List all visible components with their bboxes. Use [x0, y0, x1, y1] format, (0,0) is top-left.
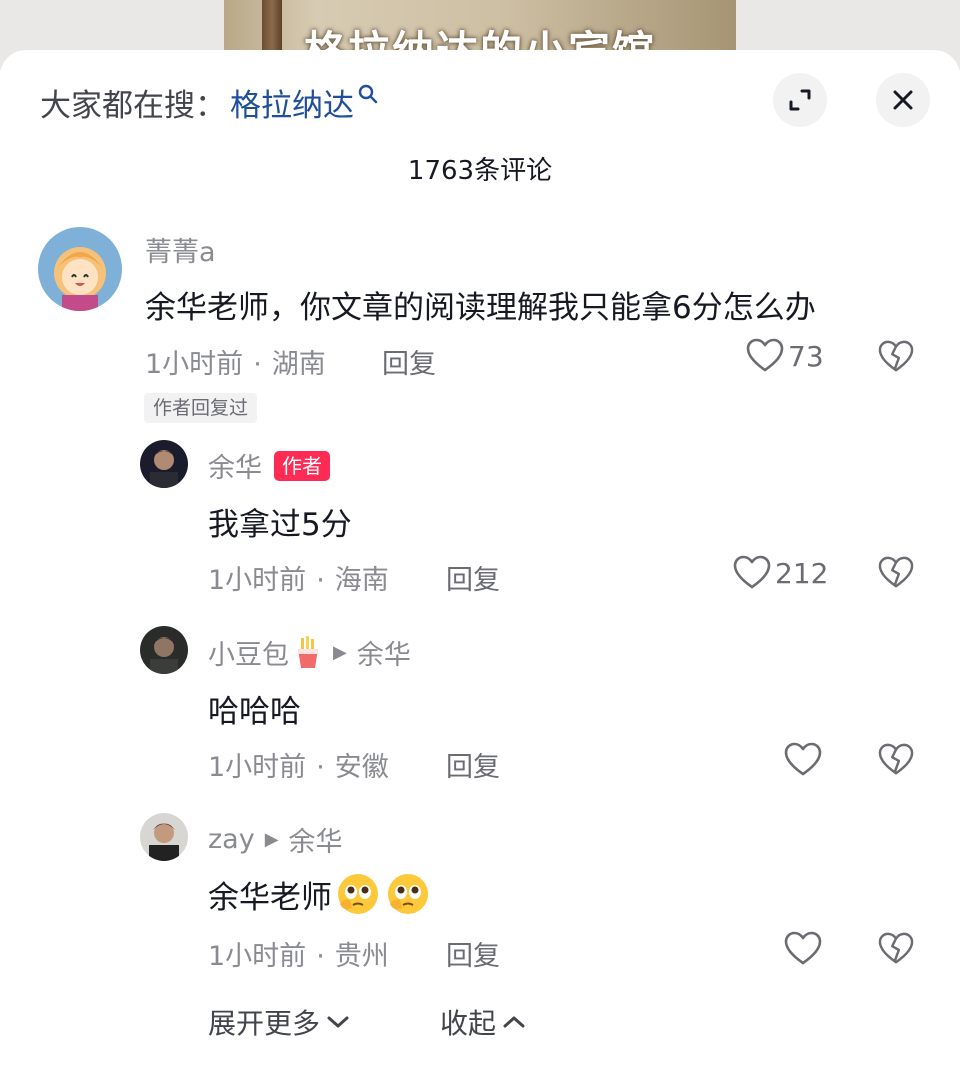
search-suggestion[interactable]: 大家都在搜： 格拉纳达: [40, 80, 380, 124]
reply-location: 海南: [334, 565, 389, 596]
dislike-icon[interactable]: [878, 932, 914, 966]
reply-location: 安徽: [334, 752, 389, 783]
reply-meta: 1小时前 · 贵州: [208, 941, 389, 972]
dislike-icon[interactable]: [878, 743, 914, 777]
expand-more-button[interactable]: 展开更多: [208, 1002, 350, 1042]
reply-username[interactable]: 小豆包 ▶ 余华: [208, 633, 411, 672]
fries-icon: [298, 635, 318, 668]
avatar[interactable]: [38, 227, 122, 311]
reply-user-name[interactable]: 余华: [208, 446, 262, 485]
reply-meta: 1小时前 · 海南: [208, 565, 389, 596]
reply-time: 1小时前: [208, 752, 307, 783]
avatar[interactable]: [140, 626, 188, 674]
reply-username[interactable]: zay ▶ 余华: [208, 820, 343, 859]
reply-button[interactable]: 回复: [382, 342, 436, 381]
reply-text: 余华老师: [208, 870, 432, 918]
reply-text-content: 余华老师: [208, 879, 332, 916]
like-button[interactable]: 212: [733, 555, 828, 591]
reply-to-user[interactable]: 余华: [289, 820, 343, 859]
reply-meta: 1小时前 · 安徽: [208, 752, 389, 783]
chevron-up-icon: [503, 1016, 525, 1028]
comment-meta: 1小时前 · 湖南: [145, 349, 326, 380]
reply-button[interactable]: 回复: [446, 934, 500, 973]
heart-icon: [784, 742, 822, 776]
like-count: 73: [788, 339, 824, 373]
reply-username[interactable]: 余华 作者: [208, 446, 330, 485]
author-replied-tag: 作者回复过: [144, 393, 258, 423]
reply-to-arrow-icon: ▶: [264, 829, 279, 850]
collapse-label: 收起: [440, 1007, 497, 1040]
like-button[interactable]: 73: [746, 338, 824, 374]
reply-text: 哈哈哈: [208, 694, 301, 730]
avatar[interactable]: [140, 440, 188, 488]
like-button[interactable]: [784, 931, 826, 967]
dislike-icon[interactable]: [878, 556, 914, 590]
heart-icon: [746, 338, 784, 372]
author-badge: 作者: [274, 450, 330, 481]
close-icon: [893, 90, 913, 110]
comment-time: 1小时前: [145, 349, 244, 380]
heart-icon: [733, 555, 771, 589]
search-prefix: 大家都在搜：: [40, 87, 226, 124]
chevron-down-icon: [327, 1016, 349, 1028]
avatar-image: [140, 626, 188, 674]
comment-count: 1763条评论: [407, 156, 553, 186]
avatar-image: [140, 813, 188, 861]
pleading-face-emoji-icon: [388, 874, 428, 914]
expand-button[interactable]: [773, 73, 827, 127]
reply-user-name[interactable]: 小豆包: [208, 633, 289, 672]
reply-time: 1小时前: [208, 941, 307, 972]
reply-location: 贵州: [334, 941, 389, 972]
comment-location: 湖南: [271, 349, 326, 380]
comment-sheet: 大家都在搜： 格拉纳达 1763条评论 菁菁a 余华老师，你文章的阅读理解我只能…: [0, 50, 960, 1065]
like-count: 212: [775, 556, 829, 590]
comment-username[interactable]: 菁菁a: [145, 230, 216, 269]
avatar[interactable]: [140, 813, 188, 861]
expand-more-label: 展开更多: [208, 1007, 321, 1040]
collapse-button[interactable]: 收起: [440, 1002, 526, 1042]
reply-text: 我拿过5分: [208, 507, 352, 543]
reply-user-name[interactable]: zay: [208, 824, 255, 855]
avatar-image: [140, 440, 188, 488]
search-icon: [358, 84, 378, 104]
reply-button[interactable]: 回复: [446, 558, 500, 597]
reply-to-arrow-icon: ▶: [333, 642, 347, 663]
comment-text: 余华老师，你文章的阅读理解我只能拿6分怎么办: [145, 290, 816, 326]
dislike-icon[interactable]: [878, 340, 914, 374]
reply-button[interactable]: 回复: [446, 745, 500, 784]
pleading-face-emoji-icon: [338, 874, 378, 914]
like-button[interactable]: [784, 742, 826, 778]
search-term-link[interactable]: 格拉纳达: [230, 80, 354, 125]
close-button[interactable]: [876, 73, 930, 127]
expand-icon: [789, 89, 811, 111]
reply-to-user[interactable]: 余华: [357, 633, 411, 672]
avatar-image: [38, 227, 122, 311]
reply-time: 1小时前: [208, 565, 307, 596]
heart-icon: [784, 931, 822, 965]
